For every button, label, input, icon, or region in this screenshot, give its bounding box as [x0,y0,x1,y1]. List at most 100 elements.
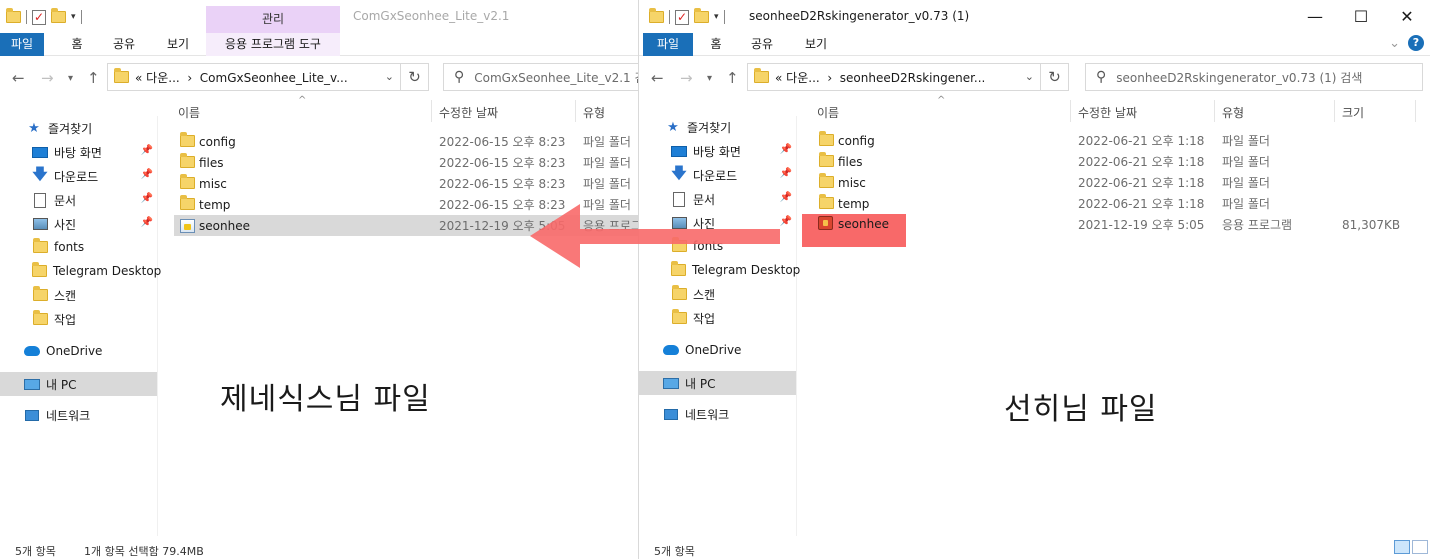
recent-locations-chevron-icon[interactable]: ▾ [707,73,712,84]
tab-app-tools[interactable]: 응용 프로그램 도구 [206,33,340,56]
nav-network[interactable]: 네트워크 [0,403,157,427]
nav-onedrive[interactable]: OneDrive [639,338,796,362]
nav-onedrive[interactable]: OneDrive [0,339,157,363]
tab-file[interactable]: 파일 [643,33,693,56]
breadcrumb-overflow[interactable]: « [775,71,782,85]
address-field[interactable]: « 다운... › ComGxSeonhee_Lite_v... ⌄ [107,63,401,91]
up-arrow-icon[interactable]: ↑ [726,69,739,87]
customize-toolbar-dropdown-icon[interactable]: ▾ [71,12,76,22]
file-row-config[interactable]: config 2022-06-15 오후 8:23 파일 폴더 [174,131,638,152]
chevron-down-icon[interactable]: ⌄ [385,70,394,83]
recent-locations-chevron-icon[interactable]: ▾ [68,73,73,84]
customize-toolbar-dropdown-icon[interactable]: ▾ [714,12,719,22]
tab-file[interactable]: 파일 [0,33,44,56]
file-row-temp[interactable]: temp 2022-06-21 오후 1:18 파일 폴더 [813,193,1413,214]
nav-quick-access[interactable]: ★ 즐겨찾기 [639,115,796,139]
pin-icon[interactable]: 📌 [780,216,792,227]
back-arrow-icon[interactable]: ← [12,69,25,87]
tab-view[interactable]: 보기 [160,33,196,56]
search-input[interactable]: ⚲ seonheeD2Rskingenerator_v0.73 (1) 검색 [1085,63,1423,91]
address-field[interactable]: « 다운... › seonheeD2Rskingener... ⌄ [747,63,1041,91]
nav-downloads[interactable]: 🡇 다운로드 📌 [639,163,796,187]
breadcrumb-current-folder[interactable]: ComGxSeonhee_Lite_v... [200,71,348,85]
nav-telegram-desktop[interactable]: Telegram Desktop [0,259,161,283]
properties-check-icon[interactable]: ✓ [32,9,46,25]
nav-work[interactable]: 작업 [639,306,796,330]
pin-icon[interactable]: 📌 [141,217,153,228]
nav-scan[interactable]: 스캔 [0,283,157,307]
column-divider[interactable] [1214,100,1215,122]
file-row-files[interactable]: files 2022-06-21 오후 1:18 파일 폴더 [813,151,1413,172]
properties-check-icon[interactable]: ✓ [675,9,689,25]
file-name: misc [199,176,227,191]
context-tab-header-manage[interactable]: 관리 [206,6,340,33]
search-input[interactable]: ⚲ ComGxSeonhee_Lite_v2.1 검 [443,63,638,91]
large-icons-view-icon[interactable] [1412,540,1428,554]
up-arrow-icon[interactable]: ↑ [87,69,100,87]
chevron-down-icon[interactable]: ⌄ [1025,70,1034,83]
breadcrumb-overflow[interactable]: « [135,71,142,85]
column-type[interactable]: 유형 [1222,104,1244,121]
pin-icon[interactable]: 📌 [780,168,792,179]
tab-home[interactable]: 홈 [701,33,731,56]
column-divider[interactable] [1334,100,1335,122]
pin-icon[interactable]: 📌 [141,169,153,180]
column-divider[interactable] [1415,100,1416,122]
column-type[interactable]: 유형 [583,104,605,121]
pin-icon[interactable]: 📌 [780,144,792,155]
new-folder-icon[interactable] [51,8,66,23]
file-row-misc[interactable]: misc 2022-06-21 오후 1:18 파일 폴더 [813,172,1413,193]
nav-documents[interactable]: 문서 📌 [0,188,157,212]
column-modified[interactable]: 수정한 날짜 [439,104,498,121]
folder-icon[interactable] [6,8,21,23]
column-divider[interactable] [575,100,576,122]
nav-downloads[interactable]: 🡇 다운로드 📌 [0,164,157,188]
nav-desktop[interactable]: 바탕 화면 📌 [0,140,157,164]
tab-share[interactable]: 공유 [106,33,142,56]
breadcrumb-downloads[interactable]: 다운... [146,71,180,85]
tab-view[interactable]: 보기 [798,33,834,56]
new-folder-icon[interactable] [694,8,709,23]
breadcrumb-current-folder[interactable]: seonheeD2Rskingener... [840,71,986,85]
maximize-button[interactable]: ☐ [1338,0,1384,33]
tab-share[interactable]: 공유 [744,33,780,56]
column-divider[interactable] [1070,100,1071,122]
nav-desktop[interactable]: 바탕 화면 📌 [639,139,796,163]
pin-icon[interactable]: 📌 [141,193,153,204]
nav-fonts[interactable]: fonts [0,235,157,259]
nav-work[interactable]: 작업 [0,307,157,331]
tab-home[interactable]: 홈 [62,33,92,56]
forward-arrow-icon[interactable]: → [680,69,693,87]
close-button[interactable]: ✕ [1384,0,1430,33]
column-name[interactable]: 이름 [817,104,839,121]
expand-ribbon-chevron-icon[interactable]: ⌄ [1389,36,1400,51]
pin-icon[interactable]: 📌 [141,145,153,156]
nav-this-pc[interactable]: 내 PC [0,372,157,396]
annotation-highlight-seonhee[interactable]: seonhee [802,214,906,247]
address-bar-row: ← → ▾ ↑ « 다운... › ComGxSeonhee_Lite_v...… [0,56,638,98]
file-row-misc[interactable]: misc 2022-06-15 오후 8:23 파일 폴더 [174,173,638,194]
nav-pictures[interactable]: 사진 📌 [0,212,157,236]
column-modified[interactable]: 수정한 날짜 [1078,104,1137,121]
nav-scan[interactable]: 스캔 [639,282,796,306]
refresh-button[interactable]: ↻ [401,63,429,91]
column-name[interactable]: 이름 [178,104,200,121]
column-size[interactable]: 크기 [1342,104,1364,121]
nav-quick-access[interactable]: ★ 즐겨찾기 [0,116,157,140]
back-arrow-icon[interactable]: ← [651,69,664,87]
breadcrumb-separator[interactable]: › [827,71,832,85]
folder-icon[interactable] [649,8,664,23]
breadcrumb-separator[interactable]: › [187,71,192,85]
help-icon[interactable]: ? [1408,35,1424,51]
minimize-button[interactable]: — [1292,0,1338,33]
refresh-button[interactable]: ↻ [1041,63,1069,91]
file-row-config[interactable]: config 2022-06-21 오후 1:18 파일 폴더 [813,130,1413,151]
details-view-icon[interactable] [1394,540,1410,554]
forward-arrow-icon[interactable]: → [41,69,54,87]
nav-network[interactable]: 네트워크 [639,402,796,426]
column-divider[interactable] [431,100,432,122]
file-row-files[interactable]: files 2022-06-15 오후 8:23 파일 폴더 [174,152,638,173]
nav-this-pc[interactable]: 내 PC [639,371,796,395]
pin-icon[interactable]: 📌 [780,192,792,203]
breadcrumb-downloads[interactable]: 다운... [786,71,820,85]
